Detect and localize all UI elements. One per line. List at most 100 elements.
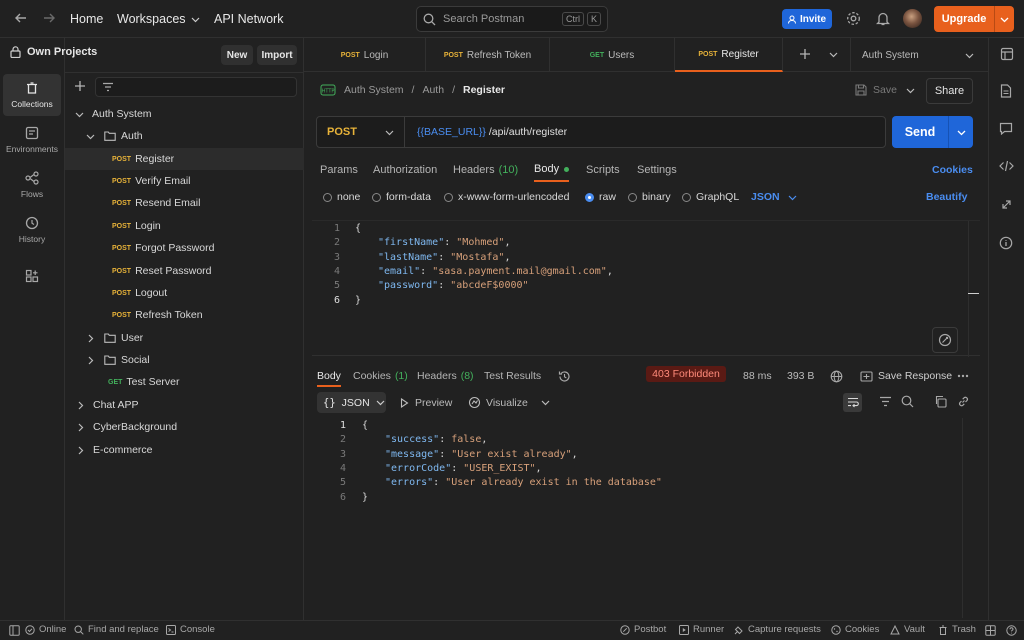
cookies-link[interactable]: Cookies [932,158,973,182]
layout-icon[interactable] [985,625,996,636]
tree-request-forgot-password[interactable]: POST Forgot Password [65,237,304,259]
invite-button[interactable]: Invite [782,9,832,29]
breadcrumb-folder[interactable]: Auth [422,84,444,96]
request-body-editor[interactable]: 1 2 3 4 5 6 { "firstName": "Mohmed", "la… [312,220,980,357]
radio-binary[interactable]: binary [628,190,671,204]
send-button[interactable]: Send [892,116,973,148]
tree-ecommerce[interactable]: E-commerce [65,439,304,461]
tree-social-folder[interactable]: Social [65,349,304,371]
tree-request-register[interactable]: POST Register [65,148,304,170]
rail-environments[interactable]: Environments [3,119,61,161]
response-time[interactable]: 88 ms [743,366,772,386]
home-link[interactable]: Home [70,0,103,38]
help-icon[interactable] [1006,625,1017,636]
link-icon[interactable] [957,395,970,408]
save-response-button[interactable]: Save Response [860,366,952,386]
response-tab-headers[interactable]: Headers (8) [417,366,474,386]
radio-urlencoded[interactable]: x-www-form-urlencoded [444,190,569,204]
environment-select[interactable]: Auth System [862,38,974,72]
chevron-down-icon[interactable] [829,50,838,59]
new-button[interactable]: New [221,45,253,65]
info-icon[interactable] [999,236,1013,250]
scrollbar-track[interactable] [962,418,963,618]
radio-none[interactable]: none [323,190,360,204]
tab-settings[interactable]: Settings [637,158,677,182]
bell-icon[interactable] [876,11,890,26]
preview-button[interactable]: Preview [400,392,452,413]
filter-input[interactable] [95,77,297,97]
globe-icon[interactable] [830,366,843,386]
tree-request-verify-email[interactable]: POST Verify Email [65,170,304,192]
history-icon[interactable] [558,366,571,386]
import-button[interactable]: Import [257,45,297,65]
rail-configure[interactable] [3,256,61,296]
gear-icon[interactable] [846,11,861,26]
rail-history[interactable]: History [3,209,61,251]
environment-quick-look-icon[interactable] [1000,47,1014,61]
vault-button[interactable]: Vault [890,624,925,635]
copy-icon[interactable] [934,395,947,408]
tab-refresh-token[interactable]: POST Refresh Token [426,38,550,72]
tree-chat-app[interactable]: Chat APP [65,394,304,416]
tree-request-reset-password[interactable]: POST Reset Password [65,260,304,282]
share-button[interactable]: Share [926,78,973,104]
tree-request-resend-email[interactable]: POST Resend Email [65,192,304,214]
url-input[interactable]: {{BASE_URL}} /api/auth/register [417,117,567,147]
search-icon[interactable] [901,395,914,408]
capture-requests-button[interactable]: Capture requests [734,624,821,635]
response-tab-body[interactable]: Body [317,366,341,387]
response-size[interactable]: 393 B [787,366,814,386]
save-button[interactable]: Save [855,84,897,96]
radio-form-data[interactable]: form-data [372,190,431,204]
find-replace-button[interactable]: Find and replace [74,624,159,635]
breadcrumb-request[interactable]: Register [463,84,505,96]
chevron-down-icon[interactable] [949,128,973,137]
chevron-down-icon[interactable] [995,15,1014,24]
chevron-down-icon[interactable] [906,86,915,95]
runner-button[interactable]: Runner [679,624,724,635]
online-status[interactable]: Online [25,624,66,635]
filter-icon[interactable] [879,396,892,407]
response-tab-cookies[interactable]: Cookies (1) [353,366,408,386]
tree-auth-folder[interactable]: Auth [65,125,304,147]
plus-icon[interactable] [74,80,86,92]
related-collections-icon[interactable] [1000,198,1013,211]
forward-arrow-icon[interactable] [42,11,56,25]
upgrade-button[interactable]: Upgrade [934,6,1014,32]
rail-collections[interactable]: Collections [3,74,61,116]
response-tab-test-results[interactable]: Test Results [484,366,541,386]
radio-graphql[interactable]: GraphQL [682,190,739,204]
tree-user-folder[interactable]: User [65,327,304,349]
tab-headers[interactable]: Headers (10) [453,158,518,182]
back-arrow-icon[interactable] [14,11,28,25]
tree-cyber-background[interactable]: CyberBackground [65,416,304,438]
document-icon[interactable] [1000,84,1012,98]
visualize-button[interactable]: Visualize [468,392,550,413]
tree-request-test-server[interactable]: GET Test Server [65,371,304,393]
postbot-button[interactable]: Postbot [620,624,666,635]
scrollbar-track[interactable] [968,221,969,357]
postbot-icon[interactable] [932,327,958,353]
api-network-link[interactable]: API Network [214,0,283,38]
response-body-viewer[interactable]: 1 2 3 4 5 6 { "success": false, "message… [312,418,980,618]
method-select[interactable]: POST [317,117,405,147]
tab-register[interactable]: POST Register [675,38,783,72]
avatar[interactable] [903,9,922,28]
tab-params[interactable]: Params [320,158,358,182]
more-options-icon[interactable] [957,366,969,386]
tree-request-login[interactable]: POST Login [65,215,304,237]
code-icon[interactable] [999,160,1014,172]
tab-scripts[interactable]: Scripts [586,158,620,182]
beautify-link[interactable]: Beautify [926,190,967,204]
tab-login[interactable]: POST Login [304,38,426,72]
tree-request-logout[interactable]: POST Logout [65,282,304,304]
console-button[interactable]: Console [166,624,215,635]
radio-raw[interactable]: raw [585,190,616,204]
workspaces-menu[interactable]: Workspaces [117,0,200,38]
plus-icon[interactable] [799,48,811,60]
sidebar-toggle-icon[interactable] [9,625,20,636]
comment-icon[interactable] [999,122,1013,135]
body-format-select[interactable]: JSON [751,190,797,204]
response-format-select[interactable]: {} JSON [317,392,386,413]
tab-authorization[interactable]: Authorization [373,158,437,182]
